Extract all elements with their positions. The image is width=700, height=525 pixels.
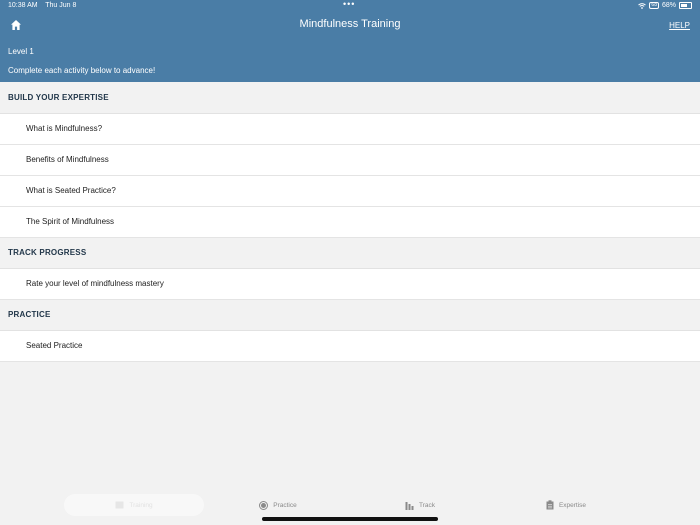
section-header-practice: PRACTICE	[0, 300, 700, 331]
section-header-track-progress: TRACK PROGRESS	[0, 238, 700, 269]
tab-training[interactable]: Training	[64, 494, 204, 516]
status-bar: 10:38 AM Thu Jun 8 ••• 68 68%	[0, 0, 700, 12]
list-item[interactable]: The Spirit of Mindfulness	[0, 207, 700, 238]
level-title: Level 1	[8, 47, 34, 56]
level-subtitle: Complete each activity below to advance!	[8, 66, 156, 75]
status-time: 10:38 AM Thu Jun 8	[8, 2, 76, 9]
clipboard-icon	[546, 500, 554, 510]
battery-percent: 68%	[661, 2, 676, 9]
list-item[interactable]: Benefits of Mindfulness	[0, 145, 700, 176]
battery-icon	[679, 2, 692, 9]
home-indicator[interactable]	[262, 517, 438, 521]
book-icon	[115, 501, 124, 509]
nav-bar: Mindfulness Training HELP	[0, 12, 700, 38]
battery-box: 68	[649, 2, 659, 9]
status-time-text: 10:38 AM	[8, 2, 38, 9]
list-item[interactable]: What is Mindfulness?	[0, 114, 700, 145]
tab-track[interactable]: Track	[350, 494, 490, 516]
help-link[interactable]: HELP	[669, 21, 690, 30]
page-title: Mindfulness Training	[299, 18, 401, 30]
status-right: 68 68%	[638, 2, 692, 9]
list-item[interactable]: What is Seated Practice?	[0, 176, 700, 207]
circle-icon	[259, 500, 269, 510]
tab-label-training: Training	[129, 501, 153, 509]
level-header: Level 1 Complete each activity below to …	[0, 38, 700, 82]
multitasking-dots[interactable]: •••	[343, 0, 355, 9]
list-item[interactable]: Seated Practice	[0, 331, 700, 362]
list-item[interactable]: Rate your level of mindfulness mastery	[0, 269, 700, 300]
tab-label-expertise: Expertise	[558, 501, 587, 509]
activity-list: BUILD YOUR EXPERTISE What is Mindfulness…	[0, 83, 700, 362]
tab-label-practice: Practice	[273, 501, 297, 509]
section-header-build-expertise: BUILD YOUR EXPERTISE	[0, 83, 700, 114]
wifi-icon	[638, 2, 647, 9]
tab-label-track: Track	[418, 501, 435, 509]
status-date-text: Thu Jun 8	[45, 2, 77, 9]
bar-chart-icon	[405, 501, 414, 510]
tab-practice[interactable]: Practice	[208, 494, 348, 516]
tab-expertise[interactable]: Expertise	[496, 494, 636, 516]
